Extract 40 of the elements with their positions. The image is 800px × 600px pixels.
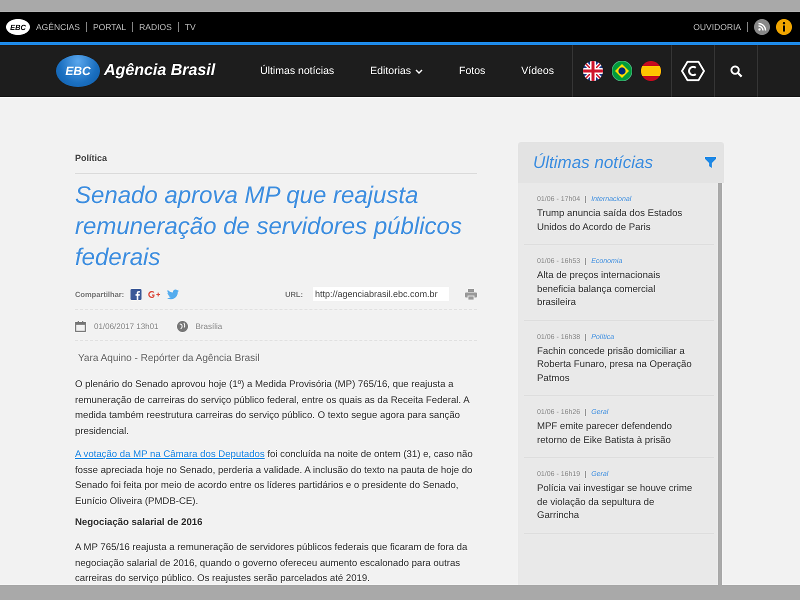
byline: Yara Aquino - Repórter da Agência Brasil (78, 353, 261, 364)
section-label[interactable]: Política (75, 153, 477, 174)
top-link[interactable]: RADIOS (132, 22, 172, 32)
nav-link[interactable]: Vídeos (503, 65, 572, 77)
brazil-flag-icon[interactable] (612, 61, 632, 81)
rss-icon[interactable] (754, 19, 770, 35)
nav-link[interactable]: Editorias (352, 65, 442, 77)
paragraph: A MP 765/16 reajusta a remuneração de servidores públicos federais que ficaram de fora da negociação salarial de 2016, quando o governo ofereceu aumento escalonado para outras carreiras do serviço público. Os reajustes serão parcelados até 2019. (75, 541, 468, 585)
facebook-icon[interactable] (130, 288, 142, 300)
place-label: Brasília (196, 322, 222, 331)
print-icon[interactable] (465, 288, 477, 300)
filter-icon[interactable] (705, 157, 716, 168)
headline: Senado aprova MP que reajusta remuneração de servidores públicos federais (75, 181, 463, 273)
search-icon[interactable] (730, 64, 742, 78)
uk-flag-icon[interactable] (583, 61, 603, 81)
info-icon[interactable] (776, 19, 792, 35)
ebc-logo[interactable]: EBC (56, 55, 100, 87)
site-name[interactable]: Agência Brasil (104, 62, 216, 80)
top-link[interactable]: PORTAL (86, 22, 126, 32)
calendar-icon (75, 321, 86, 332)
news-headline[interactable]: Trump anuncia saída dos Estados Unidos do Acordo de Paris (537, 207, 714, 234)
spain-flag-icon[interactable] (641, 61, 661, 81)
news-headline[interactable]: Alta de preços internacionais beneficia balança comercial brasileira (537, 269, 714, 310)
nav-link[interactable]: Últimas notícias (260, 65, 352, 77)
publish-date: 01/06/2017 13h01 (94, 322, 159, 331)
hexagon-c-icon[interactable] (681, 60, 705, 82)
paragraph: A votação da MP na Câmara dos Deputados foi concluída na noite de ontem (31) e, caso não fosse apreciada hoje no Senado, perderia a validade. A inclusão do texto na pauta de hoje do Senado foi feita por meio de acordo entre os líderes partidários e o presidente do Senado, Eunício Oliveira (PMDB-CE). (75, 448, 474, 508)
ombudsman-link[interactable]: OUVIDORIA (693, 22, 748, 32)
top-link[interactable]: TV (178, 22, 196, 32)
news-headline[interactable]: MPF emite parecer defendendo retorno de Eike Batista à prisão (537, 420, 714, 447)
google-plus-icon[interactable] (148, 288, 162, 300)
sidebar-title: Últimas notícias (533, 152, 653, 172)
top-link[interactable]: AGÊNCIAS (36, 22, 80, 32)
nav-link[interactable]: Fotos (441, 65, 504, 77)
news-headline[interactable]: Polícia vai investigar se houve crime de violação da sepultura de Garrincha (537, 482, 714, 522)
paragraph: O plenário do Senado aprovou hoje (1º) a Medida Provisória (MP) 765/16, que reajusta a remuneração de carreiras do serviço público federal, entre os quais as da Receita Federal. A medida também reestrutura carreiras do serviço público. O texto segue agora para sanção presidencial. (75, 378, 470, 438)
url-field[interactable]: http://agenciabrasil.ebc.com.br (313, 287, 449, 301)
globe-icon (176, 321, 188, 332)
subheading: Negociação salarial de 2016 (75, 517, 204, 528)
news-headline[interactable]: Fachin concede prisão domiciliar a Roberta Funaro, presa na Operação Patmos (537, 344, 714, 385)
